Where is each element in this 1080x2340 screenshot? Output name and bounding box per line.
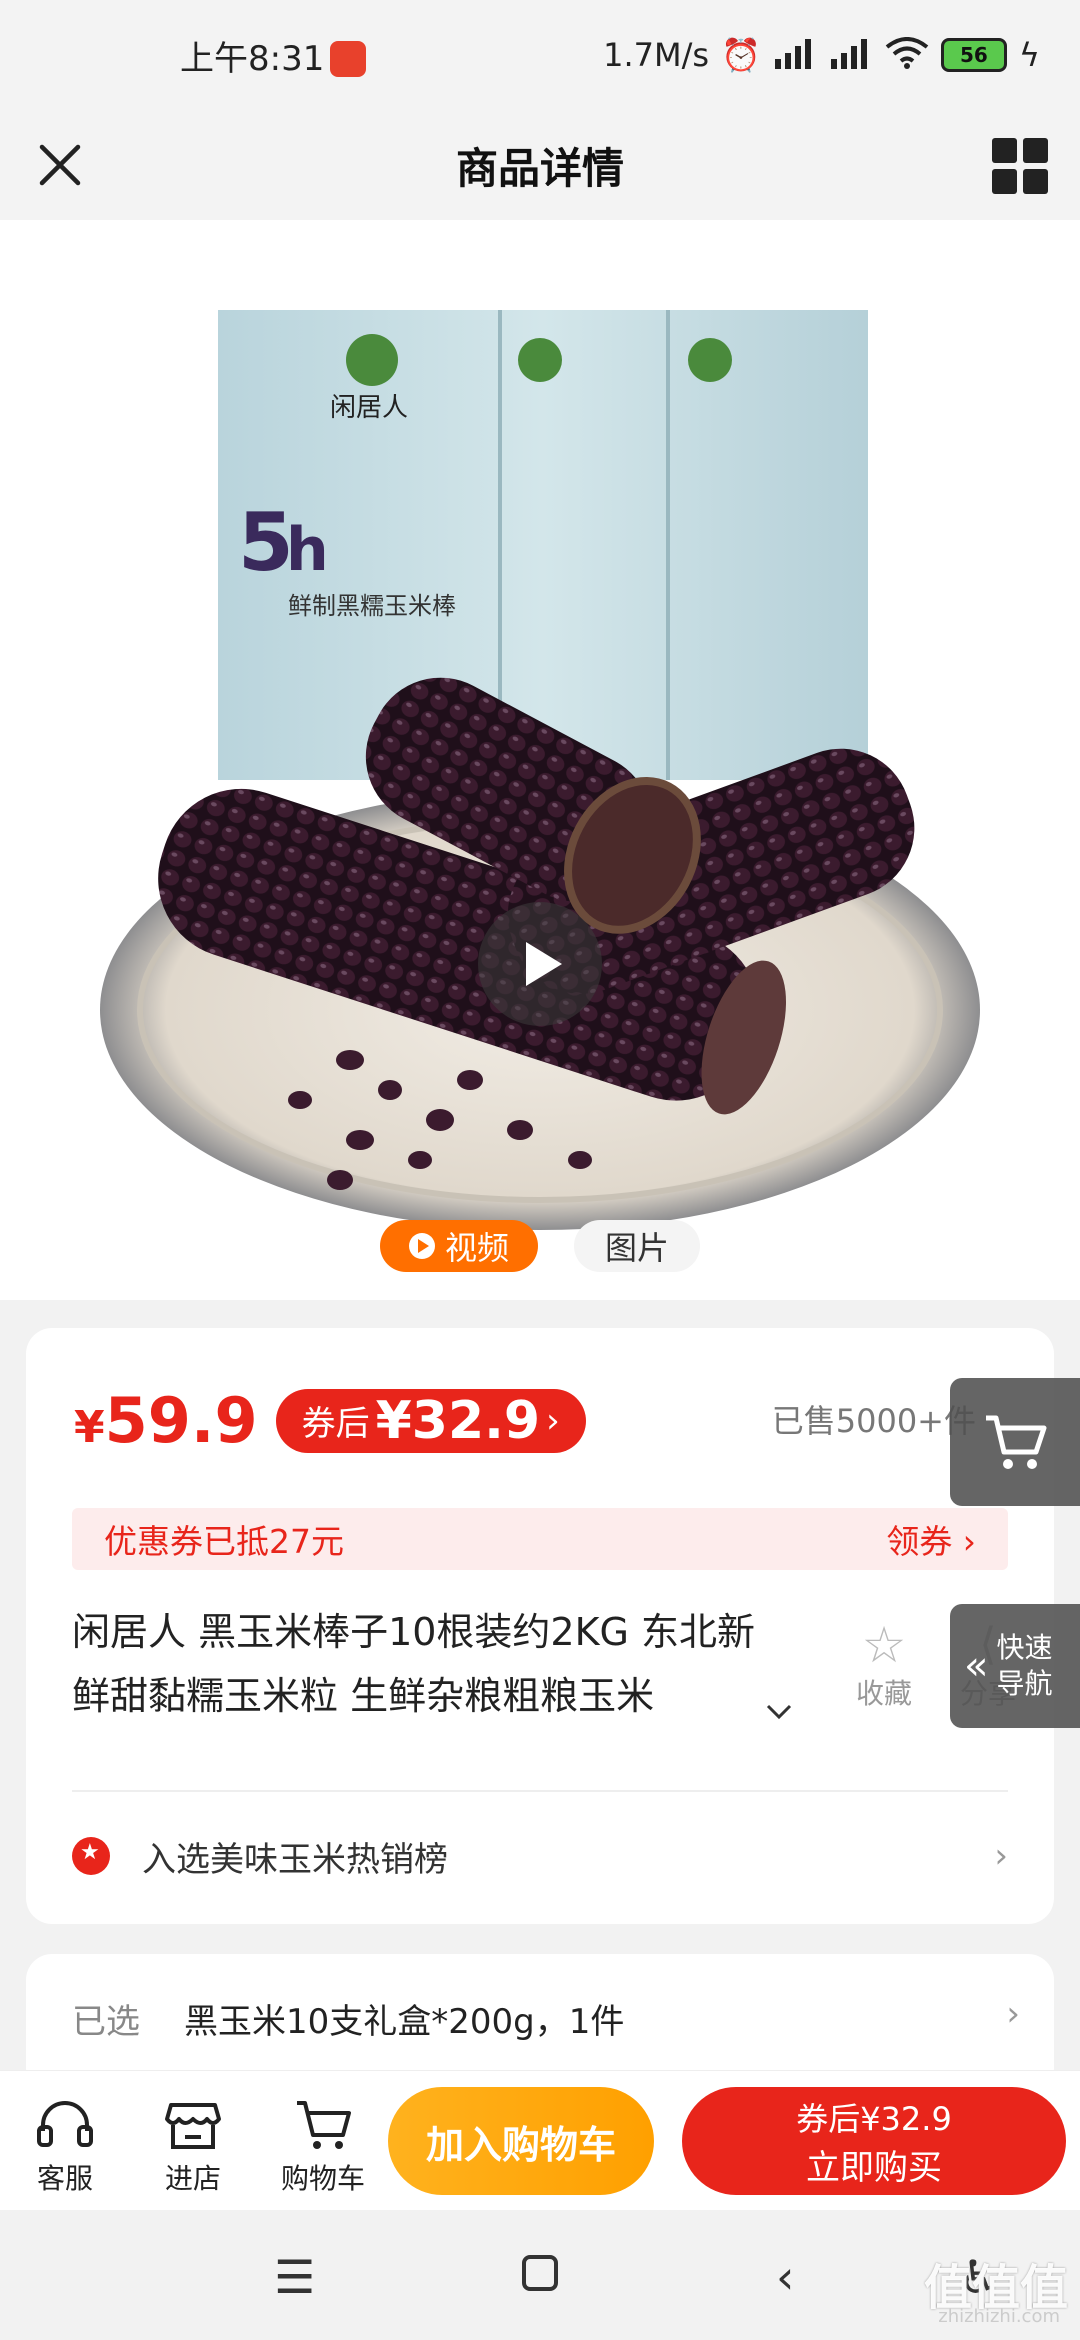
coupon-bar[interactable]: 优惠券已抵27元 领券 › bbox=[72, 1508, 1008, 1570]
chevron-right-icon: › bbox=[1006, 1994, 1020, 2034]
watermark-url: zhizhizhi.com bbox=[938, 2306, 1060, 2327]
coupon-price-button[interactable]: 券后 ¥32.9 › bbox=[275, 1388, 586, 1453]
product-title: 闲居人 黑玉米棒子10根装约2KG 东北新鲜甜黏糯玉米粒 生鲜杂粮粗粮玉米 bbox=[72, 1610, 756, 1718]
network-speed: 1.7M/s bbox=[603, 36, 710, 74]
close-icon bbox=[39, 144, 81, 186]
package-title: 鲜制黑糯玉米棒 bbox=[288, 592, 456, 620]
bottom-action-bar: 客服 进店 购物车 加入购物车 券后¥32.9 立即购买 bbox=[0, 2070, 1080, 2210]
cart-label: 购物车 bbox=[280, 2162, 365, 2195]
grid-cell bbox=[992, 169, 1017, 194]
product-image: 闲居人 5 h 鲜制黑糯玉米棒 bbox=[100, 310, 980, 1230]
store-label: 进店 bbox=[164, 2162, 221, 2195]
coupon-bar-text: 优惠券已抵27元 bbox=[104, 1522, 344, 1561]
signal-icon bbox=[773, 37, 817, 74]
status-bar: 上午8:31 1.7M/s ⏰ 56 ϟ bbox=[0, 0, 1080, 110]
product-info-card: ¥59.9 券后 ¥32.9 › 已售5000+件 优惠券已抵27元 领券 › … bbox=[26, 1328, 1054, 1924]
chevron-down-icon bbox=[766, 1704, 792, 1720]
favorite-label: 收藏 bbox=[855, 1677, 912, 1710]
status-time: 上午8:31 bbox=[180, 38, 325, 79]
more-menu-button[interactable] bbox=[992, 138, 1048, 194]
back-icon[interactable]: ‹ bbox=[776, 2250, 794, 2304]
product-media[interactable]: 闲居人 5 h 鲜制黑糯玉米棒 视频 图片 bbox=[0, 220, 1080, 1300]
play-video-button[interactable] bbox=[478, 902, 602, 1026]
charging-icon: ϟ bbox=[1018, 36, 1040, 74]
tab-image[interactable]: 图片 bbox=[574, 1220, 700, 1272]
screen: 上午8:31 1.7M/s ⏰ 56 ϟ 商品详情 闲居人 5 h 鲜制黑糯玉米… bbox=[0, 0, 1080, 2340]
ranking-text: 入选美味玉米热销榜 bbox=[142, 1839, 448, 1880]
tab-video-label: 视频 bbox=[444, 1229, 509, 1267]
sold-count: 已售5000+件 bbox=[771, 1402, 976, 1440]
selection-label: 已选 bbox=[72, 2002, 140, 2042]
get-coupon-link[interactable]: 领券 › bbox=[886, 1515, 976, 1563]
grid-icon bbox=[992, 138, 1017, 163]
coupon-price-label: 券后 bbox=[301, 1404, 370, 1444]
wifi-icon bbox=[885, 36, 929, 74]
ranking-medal-icon bbox=[72, 1837, 110, 1875]
cart-icon bbox=[268, 2093, 378, 2157]
expand-title-button[interactable] bbox=[762, 1694, 796, 1736]
coupon-price-value: ¥32.9 bbox=[375, 1390, 541, 1451]
quick-nav-label-line1: 快速 bbox=[996, 1631, 1053, 1664]
favorite-button[interactable]: ☆ 收藏 bbox=[834, 1618, 934, 1712]
price-row: ¥59.9 券后 ¥32.9 › bbox=[74, 1384, 586, 1457]
add-to-cart-button[interactable]: 加入购物车 bbox=[388, 2087, 654, 2195]
buy-now-button[interactable]: 券后¥32.9 立即购买 bbox=[682, 2087, 1066, 2195]
page-title: 商品详情 bbox=[455, 143, 624, 193]
close-button[interactable] bbox=[30, 135, 90, 195]
grid-cell bbox=[1023, 169, 1048, 194]
tab-video[interactable]: 视频 bbox=[380, 1220, 538, 1272]
grid-cell bbox=[1023, 138, 1048, 163]
buy-now-price: 券后¥32.9 bbox=[796, 2099, 952, 2138]
divider bbox=[72, 1790, 1008, 1792]
store-icon bbox=[138, 2093, 248, 2157]
battery-icon: 56 bbox=[940, 38, 1007, 72]
media-tabs: 视频 图片 bbox=[0, 1220, 1080, 1274]
price-value: 59.9 bbox=[104, 1384, 258, 1457]
home-icon[interactable] bbox=[520, 2250, 560, 2304]
package-brand: 闲居人 bbox=[330, 393, 408, 423]
floating-cart-button[interactable] bbox=[950, 1378, 1080, 1506]
menu-icon[interactable]: ☰ bbox=[274, 2250, 315, 2304]
quick-nav-button[interactable]: « 快速 导航 bbox=[950, 1604, 1080, 1728]
currency-symbol: ¥ bbox=[74, 1402, 105, 1453]
buy-now-label: 立即购买 bbox=[806, 2147, 942, 2188]
signal-2-icon bbox=[829, 37, 873, 74]
ranking-row[interactable]: 入选美味玉米热销榜 › bbox=[72, 1826, 1008, 1886]
headset-icon bbox=[10, 2093, 120, 2157]
system-nav-bar: ☰ ‹ ♿ bbox=[0, 2210, 1080, 2340]
status-right: 1.7M/s ⏰ 56 ϟ bbox=[603, 36, 1040, 74]
cart-icon bbox=[986, 1415, 1047, 1469]
play-icon bbox=[526, 942, 562, 986]
store-button[interactable]: 进店 bbox=[138, 2093, 248, 2197]
cart-button[interactable]: 购物车 bbox=[268, 2093, 378, 2197]
star-icon: ☆ bbox=[861, 1616, 907, 1674]
chevron-right-icon: › bbox=[994, 1836, 1008, 1876]
chevron-right-icon: › bbox=[546, 1400, 560, 1441]
app-notification-icon bbox=[330, 41, 367, 77]
price: ¥59.9 bbox=[74, 1384, 258, 1457]
svg-text:h: h bbox=[286, 515, 329, 585]
customer-service-label: 客服 bbox=[36, 2162, 93, 2195]
alarm-icon: ⏰ bbox=[721, 36, 761, 74]
customer-service-button[interactable]: 客服 bbox=[10, 2093, 120, 2197]
quick-nav-label-line2: 导航 bbox=[996, 1667, 1053, 1700]
double-chevron-left-icon: « bbox=[964, 1643, 989, 1689]
tab-image-label: 图片 bbox=[604, 1229, 669, 1267]
quick-nav-label: 快速 导航 bbox=[996, 1630, 1052, 1702]
play-circle-icon bbox=[408, 1233, 435, 1259]
page-header: 商品详情 bbox=[0, 110, 1080, 220]
selection-value: 黑玉米10支礼盒*200g，1件 bbox=[184, 2002, 625, 2042]
